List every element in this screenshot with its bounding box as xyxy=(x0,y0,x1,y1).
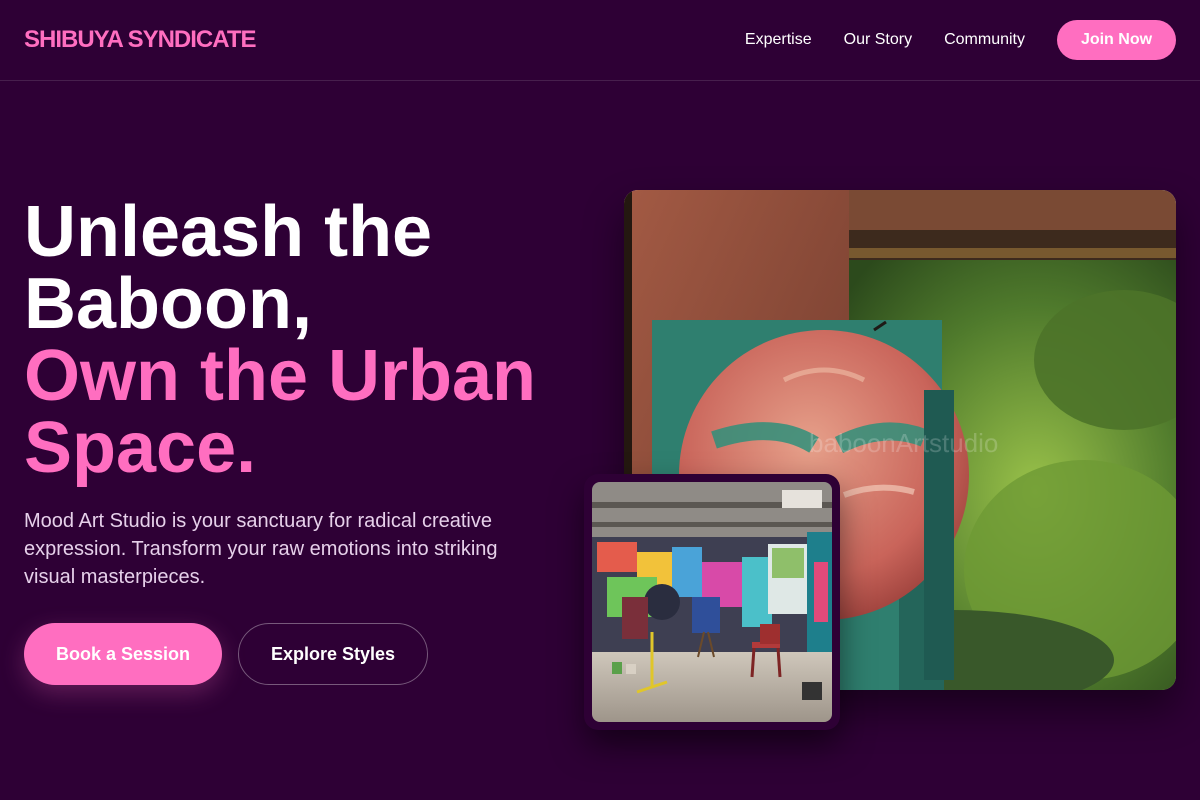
explore-styles-button[interactable]: Explore Styles xyxy=(238,623,428,685)
book-session-button[interactable]: Book a Session xyxy=(24,623,222,685)
svg-text:baboonArtstudio: baboonArtstudio xyxy=(809,428,998,458)
studio-photo-frame xyxy=(584,474,840,730)
hero-description: Mood Art Studio is your sanctuary for ra… xyxy=(24,510,498,588)
nav-link-community[interactable]: Community xyxy=(944,31,1025,49)
hero-title-line-2: Baboon, xyxy=(24,264,312,344)
hero-title-accent-line-1: Own the Urban xyxy=(24,336,537,416)
hero-title: Unleash the Baboon, Own the Urban Space. xyxy=(24,196,584,484)
hero-title-line-1: Unleash the xyxy=(24,192,433,272)
navbar: SHIBUYA SYNDICATE Expertise Our Story Co… xyxy=(0,0,1200,81)
hero-title-accent-line-2: Space. xyxy=(24,408,257,488)
studio-photo xyxy=(592,482,832,722)
nav-links: Expertise Our Story Community Join Now xyxy=(745,20,1176,60)
nav-link-our-story[interactable]: Our Story xyxy=(844,31,912,49)
nav-link-expertise[interactable]: Expertise xyxy=(745,31,812,49)
logo[interactable]: SHIBUYA SYNDICATE xyxy=(24,26,256,54)
join-now-button[interactable]: Join Now xyxy=(1057,20,1176,60)
